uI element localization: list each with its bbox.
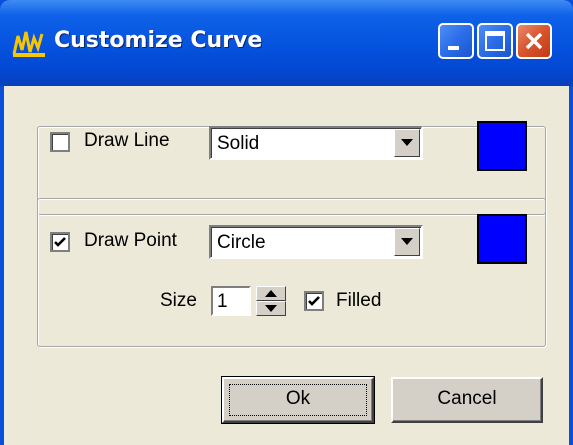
minimize-button[interactable] xyxy=(438,23,474,59)
cancel-button-label: Cancel xyxy=(437,388,497,409)
minimize-icon xyxy=(448,46,459,50)
size-increment-button[interactable] xyxy=(256,286,286,301)
window-title: Customize Curve xyxy=(54,28,263,53)
chart-app-icon xyxy=(12,31,45,57)
draw-point-checkbox[interactable] xyxy=(50,232,70,252)
point-shape-select[interactable]: Circle xyxy=(209,225,423,259)
size-spinner[interactable] xyxy=(256,286,286,316)
draw-line-checkbox[interactable] xyxy=(50,132,70,152)
chevron-down-icon xyxy=(401,139,413,146)
close-icon xyxy=(525,32,543,50)
point-groupbox xyxy=(37,198,546,347)
dialog-client-area: Draw Line Solid Draw Point Circle Size 1 xyxy=(4,86,569,445)
draw-point-label: Draw Point xyxy=(84,230,177,251)
line-style-select[interactable]: Solid xyxy=(209,126,423,160)
point-shape-dropdown-button[interactable] xyxy=(394,228,420,256)
line-style-dropdown-button[interactable] xyxy=(394,129,420,157)
maximize-button[interactable] xyxy=(477,23,513,59)
title-bar[interactable]: Customize Curve xyxy=(0,0,573,86)
cancel-button[interactable]: Cancel xyxy=(391,377,543,423)
size-decrement-button[interactable] xyxy=(256,301,286,316)
close-button[interactable] xyxy=(516,23,552,59)
arrow-up-icon xyxy=(265,290,277,297)
point-color-swatch[interactable] xyxy=(477,214,527,264)
line-style-value: Solid xyxy=(217,133,260,154)
arrow-down-icon xyxy=(265,305,277,312)
dialog-window: Customize Curve Draw Line Solid Draw Poi… xyxy=(0,0,573,445)
chevron-down-icon xyxy=(401,238,413,245)
size-label: Size xyxy=(160,290,197,311)
checkmark-icon xyxy=(308,296,320,306)
filled-checkbox[interactable] xyxy=(304,291,324,311)
draw-line-label: Draw Line xyxy=(84,130,170,151)
checkmark-icon xyxy=(54,237,66,247)
point-shape-value: Circle xyxy=(217,232,266,253)
line-color-swatch[interactable] xyxy=(477,121,527,171)
maximize-icon xyxy=(485,31,505,51)
size-value: 1 xyxy=(217,291,228,312)
ok-button[interactable]: Ok xyxy=(221,376,375,424)
size-input[interactable]: 1 xyxy=(211,286,251,316)
filled-label: Filled xyxy=(336,290,382,311)
focus-rectangle xyxy=(229,384,367,416)
